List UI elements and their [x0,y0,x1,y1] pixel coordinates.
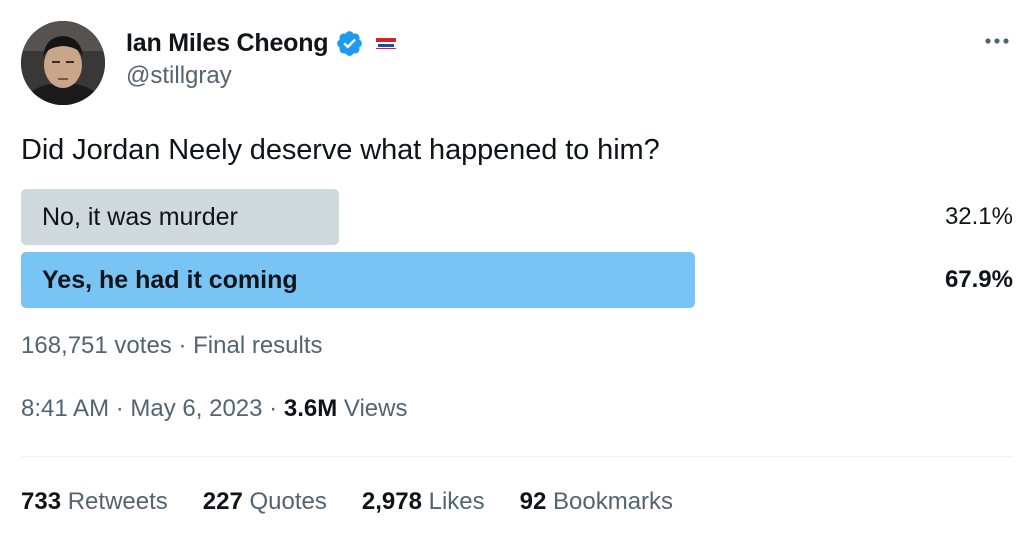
media-news-logo[interactable] [373,34,400,52]
quotes-count: 227 [202,488,243,515]
bookmarks-stat[interactable]: 92 Bookmarks [520,488,673,516]
retweets-count: 733 [21,488,62,515]
quotes-label: Quotes [249,488,327,515]
quotes-stat[interactable]: 227 Quotes [203,488,327,516]
divider [21,456,1013,457]
views-label: Views [343,395,408,422]
author-display-name[interactable]: Ian Miles Cheong [126,29,329,58]
poll-option-percent: 67.9% [944,266,1013,293]
author-handle[interactable]: @stillgray [126,62,232,90]
poll-option[interactable]: No, it was murder 32.1% [21,189,1013,245]
likes-label: Likes [428,488,485,515]
poll-option-label: No, it was murder [42,203,238,231]
tweet-timestamp-row: 8:41 AM · May 6, 2023 · 3.6M Views [21,395,407,423]
verified-badge-icon[interactable] [335,29,364,58]
engagement-stats: 733 Retweets 227 Quotes 2,978 Likes 92 B… [21,488,673,516]
avatar[interactable] [21,21,105,105]
meta-separator: · [269,395,278,422]
poll-separator: · [178,332,187,359]
retweets-stat[interactable]: 733 Retweets [21,488,168,516]
poll-status: Final results [193,332,323,359]
poll-option-label: Yes, he had it coming [42,266,298,294]
tweet-date[interactable]: May 6, 2023 [130,395,262,422]
poll-option[interactable]: Yes, he had it coming 67.9% [21,252,1013,308]
likes-stat[interactable]: 2,978 Likes [362,488,485,516]
tweet-time[interactable]: 8:41 AM [21,395,109,422]
views-count: 3.6M [283,395,338,422]
avatar-photo [21,21,105,105]
meta-separator: · [115,395,124,422]
poll-option-percent: 32.1% [944,203,1013,230]
bookmarks-count: 92 [519,488,547,515]
retweets-label: Retweets [67,488,168,515]
tweet-text: Did Jordan Neely deserve what happened t… [21,134,660,166]
poll-vote-count: 168,751 votes [21,332,172,359]
tweet-card: Ian Miles Cheong @stillgray Did Jordan N… [0,0,1036,538]
more-horizontal-icon[interactable] [982,30,1012,52]
author-name-row: Ian Miles Cheong [126,26,400,60]
poll-summary: 168,751 votes · Final results [21,332,323,360]
bookmarks-label: Bookmarks [553,488,674,515]
likes-count: 2,978 [361,488,422,515]
